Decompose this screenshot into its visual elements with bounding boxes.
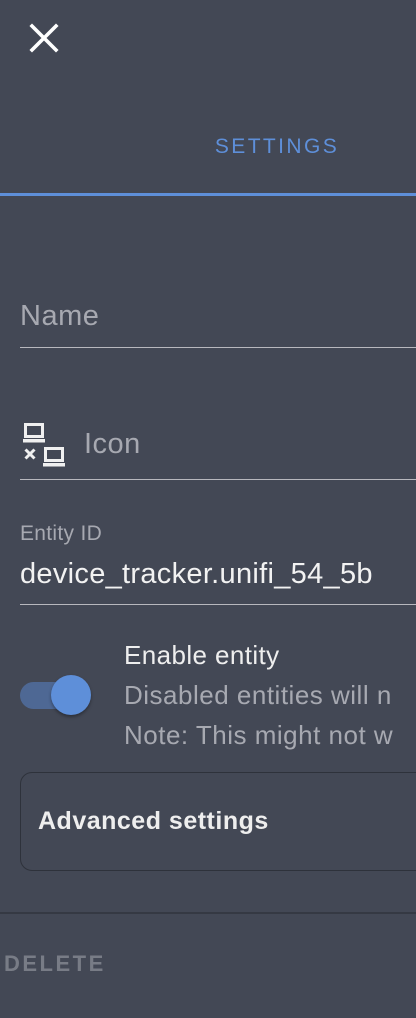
name-placeholder: Name (20, 300, 100, 332)
tab-bar: SETTINGS (0, 100, 416, 197)
advanced-settings-panel[interactable]: Advanced settings (20, 772, 416, 871)
enable-entity-note: Note: This might not w (124, 720, 394, 750)
tab-indicator (0, 193, 416, 196)
enable-entity-description: Disabled entities will n (124, 680, 392, 710)
icon-placeholder: Icon (84, 428, 141, 460)
entity-id-label: Entity ID (20, 522, 103, 545)
enable-entity-title: Enable entity (124, 640, 280, 670)
entity-id-value: device_tracker.unifi_54_5b (20, 558, 373, 590)
entity-settings-dialog: SETTINGS Name Icon Entity ID device_trac… (0, 0, 416, 1018)
enable-entity-toggle[interactable] (20, 675, 94, 717)
lan-disconnect-icon (22, 422, 68, 468)
toggle-thumb (51, 675, 91, 715)
tab-settings-label: SETTINGS (214, 135, 340, 158)
footer-divider (0, 912, 416, 914)
advanced-settings-label: Advanced settings (38, 807, 269, 835)
close-button[interactable] (20, 14, 68, 62)
name-field[interactable]: Name (20, 296, 416, 348)
icon-field[interactable]: Icon (20, 414, 416, 480)
tab-settings[interactable]: SETTINGS (134, 100, 416, 194)
close-icon (29, 23, 59, 53)
delete-button[interactable]: DELETE (4, 951, 106, 977)
entity-id-field[interactable]: Entity ID device_tracker.unifi_54_5b (20, 516, 416, 605)
